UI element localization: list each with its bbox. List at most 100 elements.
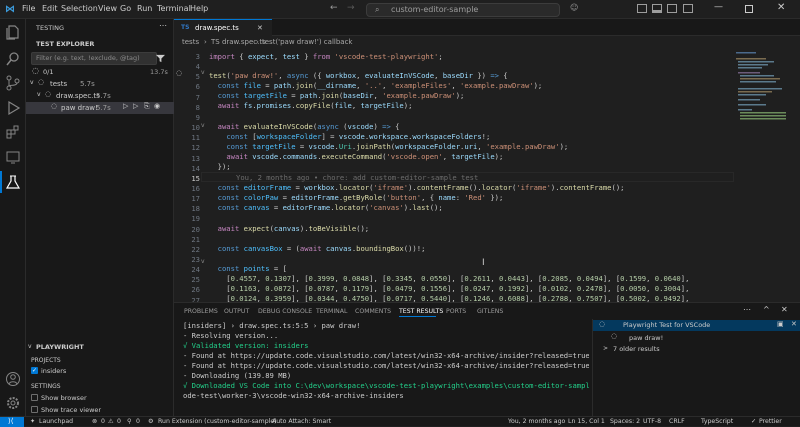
status-run-extension[interactable]: Run Extension (custom-editor-sample) [158, 418, 277, 425]
watch-eye-icon[interactable]: ◉ [154, 102, 160, 110]
status-prettier[interactable]: Prettier [759, 418, 782, 425]
menu-edit[interactable]: Edit [42, 4, 58, 13]
tab-draw-spec[interactable]: TS draw.spec.ts ✕ [174, 19, 272, 36]
close-icon[interactable]: ✕ [777, 2, 785, 13]
filter-funnel-icon[interactable] [156, 54, 165, 63]
menu-file[interactable]: File [22, 4, 35, 13]
tab-close-icon[interactable]: ✕ [257, 20, 263, 36]
maximize-panel-icon[interactable]: ^ [763, 305, 770, 314]
breadcrumb-callback[interactable]: test('paw draw!') callback [262, 38, 352, 46]
tree-item-draw-spec[interactable]: v ◌ draw.spec.ts 5.7s [26, 90, 174, 102]
output-line: √ Downloaded VS Code into C:\dev\workspa… [183, 381, 589, 390]
line-number: 6 [195, 82, 200, 92]
show-trace-checkbox[interactable] [31, 406, 38, 413]
line-number: 22 [191, 244, 200, 254]
breadcrumb-tests[interactable]: tests [182, 38, 199, 46]
status-warnings[interactable]: 0 [117, 418, 121, 425]
close-run-icon[interactable]: ✕ [791, 320, 797, 328]
status-language[interactable]: TypeScript [701, 418, 733, 425]
status-bar: ⟩⟨ ✦ Launchpad ⊗ 0 ⚠ 0 ⚲ 0 ⚙ Run Extensi… [0, 416, 800, 427]
minimap[interactable] [734, 50, 790, 302]
menu-run[interactable]: Run [137, 4, 152, 13]
status-errors[interactable]: 0 [101, 418, 105, 425]
testing-flask-icon[interactable] [5, 174, 21, 190]
panel-tab-ports[interactable]: PORTS [446, 308, 466, 315]
account-icon[interactable] [5, 371, 21, 387]
line-number: 19 [191, 214, 200, 224]
search-icon[interactable] [5, 51, 21, 67]
status-launchpad[interactable]: Launchpad [39, 418, 73, 425]
status-auto-attach[interactable]: Auto Attach: Smart [272, 418, 331, 425]
bottom-panel: PROBLEMS OUTPUT DEBUG CONSOLE TERMINAL C… [174, 302, 800, 417]
menu-go[interactable]: Go [120, 4, 131, 13]
copilot-icon[interactable]: ☺ [570, 3, 578, 12]
status-encoding[interactable]: UTF-8 [643, 418, 661, 425]
extensions-icon[interactable] [5, 124, 21, 140]
panel-tab-gitlens[interactable]: GITLENS [477, 308, 503, 315]
command-center-search[interactable]: ⌕ custom-editor-sample [366, 3, 560, 17]
panel-tab-test-results[interactable]: TEST RESULTS [399, 308, 443, 315]
ports-icon: ⚲ [127, 418, 132, 425]
output-line: - Downloading (139.89 MB) [183, 371, 292, 380]
panel-tab-terminal[interactable]: TERMINAL [316, 308, 347, 315]
back-arrow-icon[interactable]: ← [330, 3, 338, 13]
layout-sidebar-icon[interactable] [637, 4, 647, 13]
menu-view[interactable]: View [98, 4, 117, 13]
line-number: 10 [191, 123, 200, 133]
explorer-icon[interactable] [5, 24, 21, 40]
playwright-section-header[interactable]: PLAYWRIGHT [36, 343, 84, 351]
tree-label: draw.spec.ts [56, 92, 100, 100]
results-run-row[interactable]: ◌ Playwright Test for VSCode ▣ ✕ [593, 320, 800, 331]
status-position[interactable]: Ln 15, Col 1 [568, 418, 605, 425]
layout-panel-icon[interactable] [652, 4, 662, 13]
forward-arrow-icon[interactable]: → [347, 3, 355, 13]
status-spaces[interactable]: Spaces: 2 [610, 418, 640, 425]
panel-tab-problems[interactable]: PROBLEMS [184, 308, 218, 315]
open-terminal-icon[interactable]: ▣ [777, 320, 784, 328]
remote-explorer-icon[interactable] [5, 149, 21, 165]
output-line: - Resolving version... [183, 331, 279, 340]
run-debug-icon[interactable] [5, 100, 21, 116]
panel-tab-output[interactable]: OUTPUT [224, 308, 249, 315]
line-number: 23 [191, 255, 200, 264]
menu-terminal[interactable]: Terminal [157, 4, 191, 13]
minimize-icon[interactable]: — [714, 2, 723, 12]
tree-time: 5.7s [96, 104, 111, 112]
manage-gear-icon[interactable] [5, 395, 21, 411]
run-test-icon[interactable]: ▷ [123, 102, 128, 110]
code-line-11: const [workspaceFolder] = vscode.workspa… [226, 132, 491, 141]
remote-icon: ⟩⟨ [8, 417, 14, 425]
code-editor[interactable]: ◌ v v v 3 4 5 6 7 8 9 10 11 12 13 14 15 16 17 18 19 20 21 2… [174, 50, 734, 315]
debug-test-icon[interactable]: ▷ [133, 102, 138, 110]
test-output[interactable]: [insiders] › draw.spec.ts:5:5 › paw draw… [174, 319, 589, 417]
project-insiders-checkbox[interactable]: ✓ [31, 367, 38, 374]
status-eol[interactable]: CRLF [669, 418, 685, 425]
customize-layout-icon[interactable] [683, 4, 693, 13]
source-control-icon[interactable] [5, 75, 21, 91]
tree-item-tests[interactable]: v ◌ tests 5.7s [26, 78, 174, 90]
older-results[interactable]: 7 older results [613, 345, 660, 353]
status-ports[interactable]: 0 [136, 418, 140, 425]
tree-item-paw-draw[interactable]: ◌ paw draw! 5.7s ▷ ▷ ⎘ ◉ [26, 102, 174, 114]
line-number: 11 [191, 133, 200, 143]
menu-help[interactable]: Help [190, 4, 208, 13]
test-filter-input[interactable]: Filter (e.g. text, !exclude, @tag) [31, 52, 157, 65]
panel-tab-debug-console[interactable]: DEBUG CONSOLE [258, 308, 312, 315]
panel-tab-comments[interactable]: COMMENTS [355, 308, 391, 315]
spinner-icon: ◌ [611, 332, 618, 340]
close-panel-icon[interactable]: ✕ [781, 305, 788, 314]
results-item[interactable]: paw draw! [629, 334, 663, 342]
spinner-icon: ◌ [45, 90, 52, 98]
menu-selection[interactable]: Selection [61, 4, 98, 13]
maximize-icon[interactable] [745, 5, 753, 13]
go-to-test-icon[interactable]: ⎘ [144, 102, 150, 111]
test-explorer-header[interactable]: TEST EXPLORER [36, 40, 94, 48]
summary-spinner-icon: ◌ [32, 66, 39, 75]
panel-more-icon[interactable]: ⋯ [743, 305, 751, 314]
breadcrumb: tests › TS draw.spec.ts › test('paw draw… [174, 37, 800, 49]
show-browser-checkbox[interactable] [31, 394, 38, 401]
sidebar-more-icon[interactable]: ⋯ [159, 21, 167, 30]
layout-secondary-icon[interactable] [667, 4, 677, 13]
status-blame[interactable]: You, 2 months ago [508, 418, 565, 425]
line-number: 16 [191, 183, 200, 193]
